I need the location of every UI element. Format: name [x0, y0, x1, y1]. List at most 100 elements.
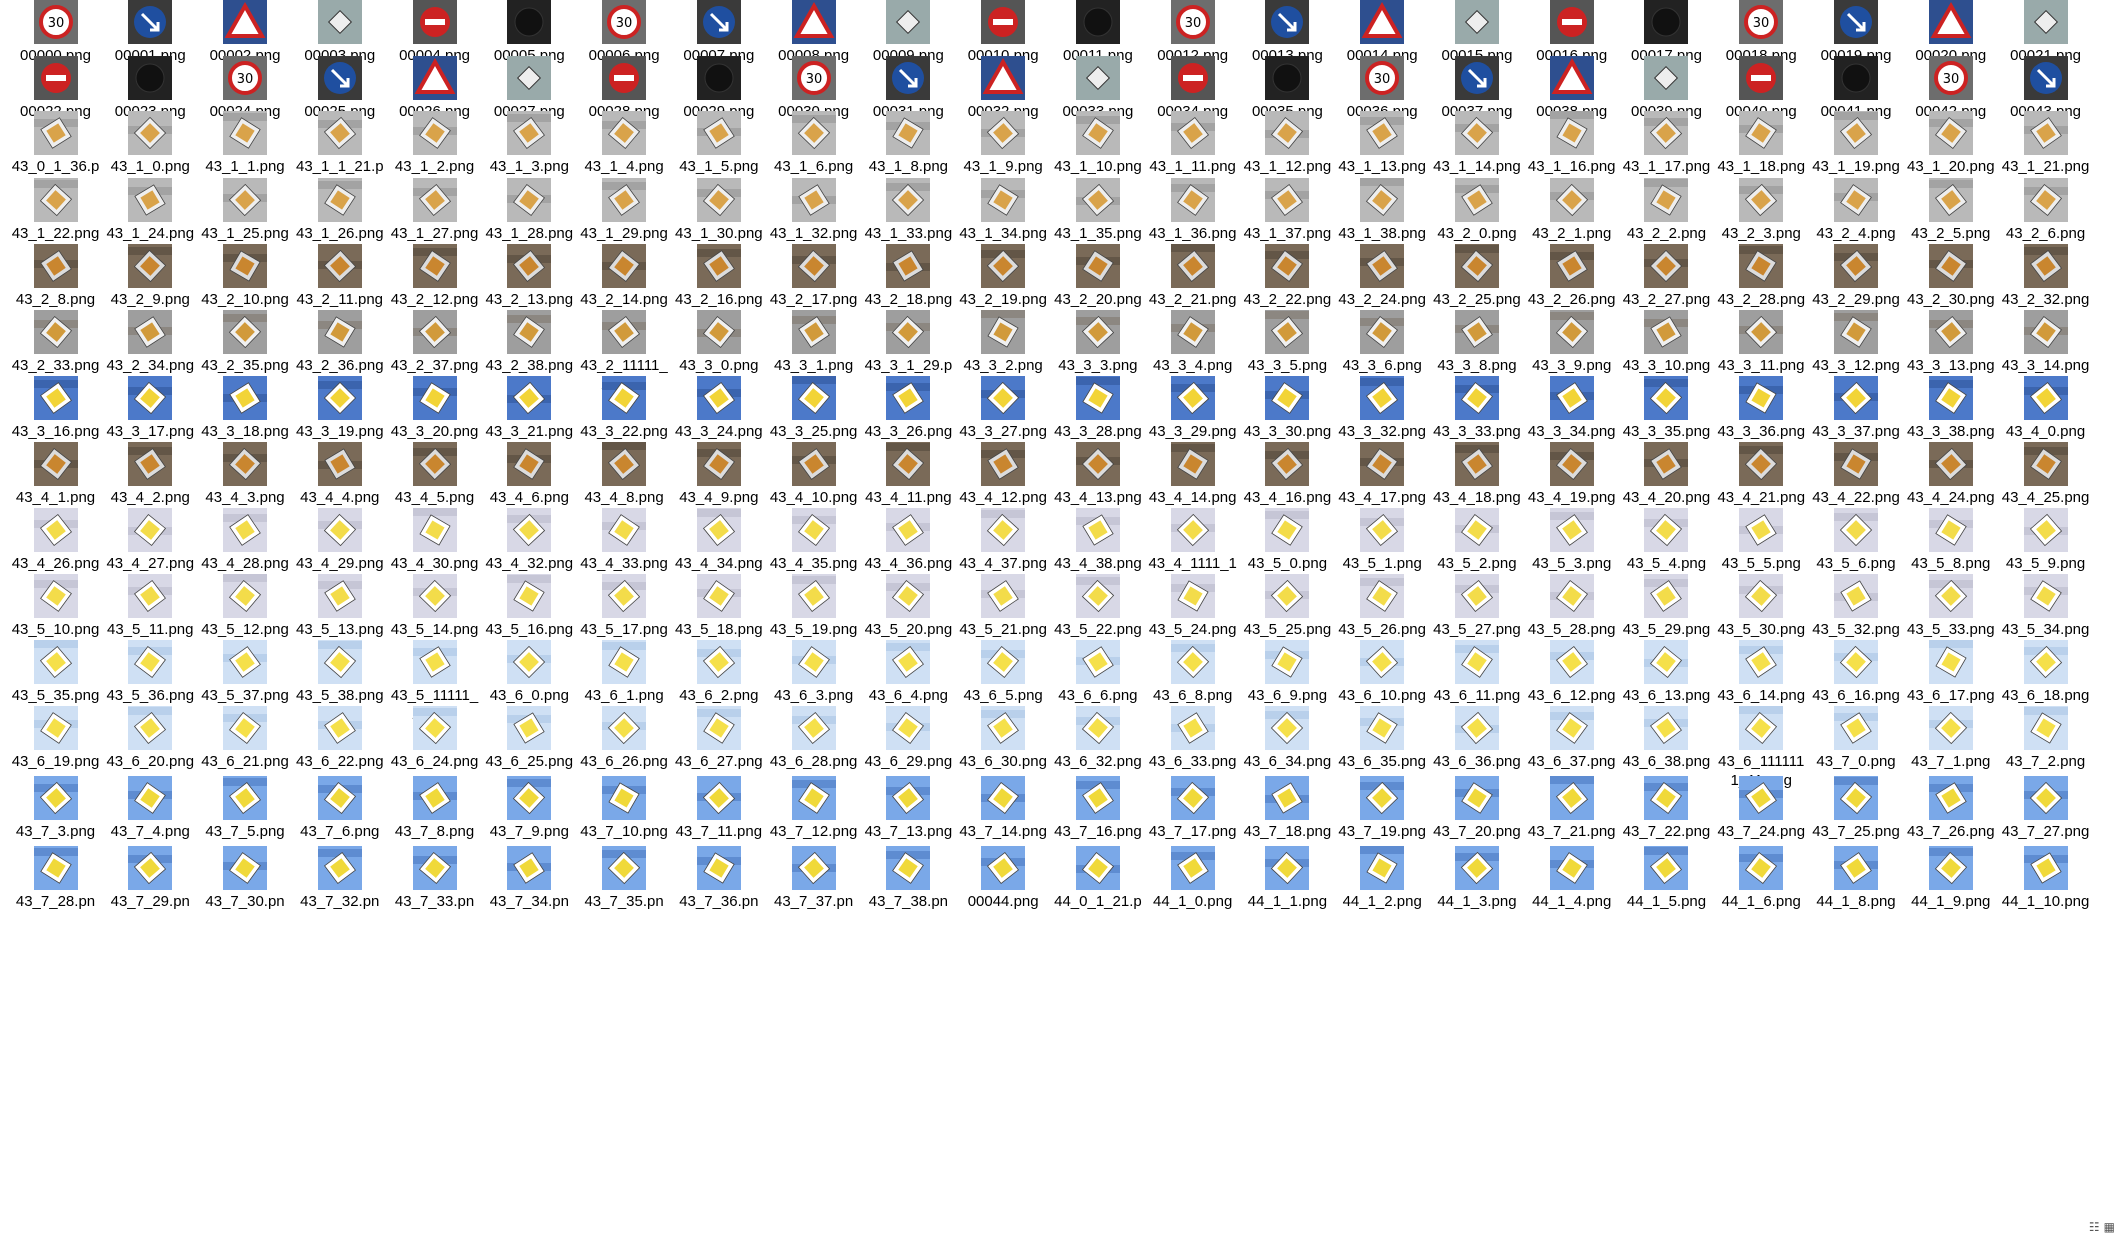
image-thumbnail[interactable] [696, 178, 741, 222]
image-thumbnail[interactable] [223, 706, 268, 750]
image-thumbnail[interactable] [981, 776, 1026, 820]
file-item[interactable]: 43_2_21.png [1145, 244, 1240, 309]
file-item[interactable]: 43_4_27.png [103, 508, 198, 573]
image-thumbnail[interactable] [696, 508, 741, 552]
image-thumbnail[interactable] [1360, 776, 1405, 820]
image-thumbnail[interactable] [1739, 376, 1784, 420]
image-thumbnail[interactable] [223, 111, 268, 155]
file-item[interactable]: 43_7_9.png [482, 776, 577, 841]
file-item[interactable]: 43_2_5.png [1903, 178, 1998, 243]
file-item[interactable]: 44_1_0.png [1145, 846, 1240, 911]
image-thumbnail[interactable] [2023, 244, 2068, 288]
file-item[interactable]: 43_7_2.png [1998, 706, 2093, 771]
file-item[interactable]: 43_5_26.png [1335, 574, 1430, 639]
image-thumbnail[interactable] [412, 846, 457, 890]
file-item[interactable]: 43_5_10.png [8, 574, 103, 639]
image-thumbnail[interactable] [1360, 0, 1405, 44]
file-item[interactable]: 43_7_0.png [1809, 706, 1904, 771]
image-thumbnail[interactable] [1265, 706, 1310, 750]
file-item[interactable]: 43_7_34.pn [482, 846, 577, 911]
image-thumbnail[interactable] [1549, 376, 1594, 420]
image-thumbnail[interactable] [1644, 178, 1689, 222]
image-thumbnail[interactable] [602, 776, 647, 820]
image-thumbnail[interactable] [223, 574, 268, 618]
file-item[interactable]: 43_6_37.png [1524, 706, 1619, 771]
image-thumbnail[interactable] [1644, 640, 1689, 684]
file-item[interactable]: 43_6_5.png [956, 640, 1051, 705]
file-item[interactable]: 43_4_30.png [387, 508, 482, 573]
image-thumbnail[interactable] [1834, 776, 1879, 820]
file-item[interactable]: 43_5_27.png [1429, 574, 1524, 639]
file-item[interactable]: 43_4_32.png [482, 508, 577, 573]
image-thumbnail[interactable] [1170, 244, 1215, 288]
image-thumbnail[interactable] [886, 376, 931, 420]
image-thumbnail[interactable] [1644, 706, 1689, 750]
file-item[interactable]: 43_5_20.png [861, 574, 956, 639]
image-thumbnail[interactable] [1454, 310, 1499, 354]
file-item[interactable]: 43_5_36.png [103, 640, 198, 705]
image-thumbnail[interactable] [791, 640, 836, 684]
file-item[interactable]: 43_2_14.png [577, 244, 672, 309]
file-item[interactable]: 43_7_38.pn [861, 846, 956, 911]
image-thumbnail[interactable] [1834, 244, 1879, 288]
image-thumbnail[interactable] [886, 640, 931, 684]
image-thumbnail[interactable] [1170, 376, 1215, 420]
image-thumbnail[interactable] [791, 846, 836, 890]
file-item[interactable]: 44_1_9.png [1903, 846, 1998, 911]
image-thumbnail[interactable] [1928, 442, 1973, 486]
file-item[interactable]: 43_7_1.png [1903, 706, 1998, 771]
image-thumbnail[interactable] [1454, 574, 1499, 618]
image-thumbnail[interactable] [33, 111, 78, 155]
file-item[interactable]: 43_1_9.png [956, 111, 1051, 176]
file-item[interactable]: 43_3_30.png [1240, 376, 1335, 441]
image-thumbnail[interactable]: 30 [1360, 56, 1405, 100]
image-thumbnail[interactable] [507, 376, 552, 420]
image-thumbnail[interactable] [1170, 56, 1215, 100]
file-item[interactable]: 43_5_17.png [577, 574, 672, 639]
file-item[interactable]: 43_1_1.png [198, 111, 293, 176]
file-item[interactable]: 43_4_35.png [766, 508, 861, 573]
file-item[interactable]: 43_2_37.png [387, 310, 482, 375]
image-thumbnail[interactable] [696, 574, 741, 618]
file-item[interactable]: 43_3_32.png [1335, 376, 1430, 441]
image-thumbnail[interactable] [317, 111, 362, 155]
image-thumbnail[interactable] [128, 376, 173, 420]
file-item[interactable]: 43_5_37.png [198, 640, 293, 705]
image-thumbnail[interactable] [507, 0, 552, 44]
image-thumbnail[interactable] [1928, 0, 1973, 44]
image-thumbnail[interactable] [1170, 178, 1215, 222]
image-thumbnail[interactable] [1549, 244, 1594, 288]
image-thumbnail[interactable] [1644, 846, 1689, 890]
image-thumbnail[interactable] [1075, 111, 1120, 155]
image-thumbnail[interactable] [1360, 508, 1405, 552]
image-thumbnail[interactable] [696, 56, 741, 100]
image-thumbnail[interactable] [1170, 640, 1215, 684]
file-item[interactable]: 43_6_8.png [1145, 640, 1240, 705]
file-item[interactable]: 43_3_28.png [1050, 376, 1145, 441]
file-item[interactable]: 43_3_8.png [1429, 310, 1524, 375]
image-thumbnail[interactable] [1644, 111, 1689, 155]
image-thumbnail[interactable] [1834, 310, 1879, 354]
image-thumbnail[interactable] [1549, 56, 1594, 100]
image-thumbnail[interactable] [602, 376, 647, 420]
image-thumbnail[interactable] [1265, 508, 1310, 552]
file-item[interactable]: 43_4_38.png [1050, 508, 1145, 573]
file-item[interactable]: 43_7_32.pn [292, 846, 387, 911]
image-thumbnail[interactable] [412, 574, 457, 618]
image-thumbnail[interactable] [128, 442, 173, 486]
image-thumbnail[interactable] [128, 776, 173, 820]
file-item[interactable]: 43_6_35.png [1335, 706, 1430, 771]
image-thumbnail[interactable] [1075, 776, 1120, 820]
image-thumbnail[interactable] [981, 56, 1026, 100]
file-item[interactable]: 43_3_20.png [387, 376, 482, 441]
image-thumbnail[interactable] [128, 706, 173, 750]
image-thumbnail[interactable] [1739, 56, 1784, 100]
image-thumbnail[interactable] [1360, 244, 1405, 288]
file-item[interactable]: 43_2_32.png [1998, 244, 2093, 309]
file-item[interactable]: 43_7_17.png [1145, 776, 1240, 841]
image-thumbnail[interactable] [1834, 574, 1879, 618]
file-item[interactable]: 43_2_36.png [292, 310, 387, 375]
image-thumbnail[interactable] [128, 640, 173, 684]
file-item[interactable]: 43_7_24.png [1714, 776, 1809, 841]
image-thumbnail[interactable] [507, 310, 552, 354]
